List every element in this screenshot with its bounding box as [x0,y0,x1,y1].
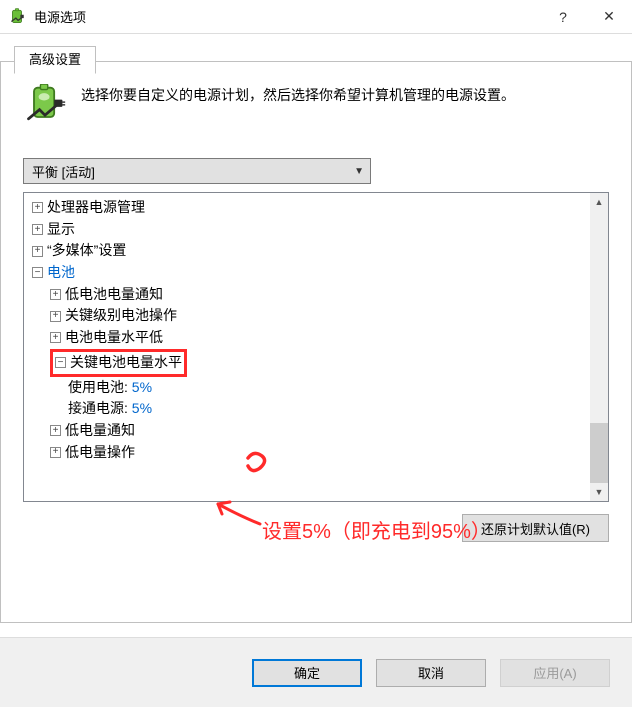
restore-defaults-button[interactable]: 还原计划默认值(R) [462,514,609,542]
expand-icon[interactable]: + [32,246,43,257]
expand-icon[interactable]: + [50,311,61,322]
annotation-highlight: −关键电池电量水平 [50,349,187,377]
hero: 选择你要自定义的电源计划，然后选择你希望计算机管理的电源设置。 [23,84,609,128]
scroll-thumb[interactable] [590,423,608,483]
tree-item-low-notification[interactable]: +低电量通知 [26,420,588,442]
chevron-down-icon: ▼ [354,166,364,177]
scroll-up-icon[interactable]: ▲ [590,193,608,211]
titlebar: 电源选项 ? ✕ [0,0,632,34]
tab-panel: 选择你要自定义的电源计划，然后选择你希望计算机管理的电源设置。 平衡 [活动] … [0,61,632,623]
tree-item-display[interactable]: +显示 [26,219,588,241]
battery-plug-icon [8,8,26,26]
tree-value-plugged-in[interactable]: 接通电源: 5% [26,398,588,420]
close-button[interactable]: ✕ [586,0,632,34]
ok-button[interactable]: 确定 [252,659,362,687]
tree-item-battery[interactable]: −电池 [26,262,588,284]
scroll-down-icon[interactable]: ▼ [590,483,608,501]
cancel-button[interactable]: 取消 [376,659,486,687]
expand-icon[interactable]: + [50,289,61,300]
battery-plug-icon [23,84,67,128]
value-number: 5% [132,398,152,420]
tree-scrollbar[interactable]: ▲ ▼ [590,193,608,501]
tree-item-processor[interactable]: +处理器电源管理 [26,197,588,219]
window-title: 电源选项 [34,7,540,26]
tree-item-low-battery-notification[interactable]: +低电池电量通知 [26,284,588,306]
power-plan-value: 平衡 [活动] [32,162,95,181]
expand-icon[interactable]: + [50,425,61,436]
expand-icon[interactable]: + [32,202,43,213]
value-label: 使用电池: [68,377,128,399]
tree-item-low-battery-level[interactable]: +电池电量水平低 [26,327,588,349]
apply-button[interactable]: 应用(A) [500,659,610,687]
settings-tree: +处理器电源管理 +显示 +“多媒体”设置 −电池 +低电池电量通知 +关键级别… [23,192,609,502]
tree-item-multimedia[interactable]: +“多媒体”设置 [26,240,588,262]
hero-description: 选择你要自定义的电源计划，然后选择你希望计算机管理的电源设置。 [81,84,515,128]
expand-icon[interactable]: + [32,224,43,235]
tab-advanced-settings[interactable]: 高级设置 [14,46,96,74]
value-number: 5% [132,377,152,399]
tree-item-critical-battery-level[interactable]: −关键电池电量水平 [26,349,588,377]
help-button[interactable]: ? [540,0,586,34]
expand-icon[interactable]: + [50,447,61,458]
collapse-icon[interactable]: − [55,357,66,368]
value-label: 接通电源: [68,398,128,420]
tree-value-on-battery[interactable]: 使用电池: 5% [26,377,588,399]
tree-item-critical-battery-action[interactable]: +关键级别电池操作 [26,305,588,327]
collapse-icon[interactable]: − [32,267,43,278]
power-plan-select[interactable]: 平衡 [活动] ▼ [23,158,371,184]
expand-icon[interactable]: + [50,332,61,343]
dialog-footer: 确定 取消 应用(A) [0,637,632,707]
tree-item-low-action[interactable]: +低电量操作 [26,442,588,464]
